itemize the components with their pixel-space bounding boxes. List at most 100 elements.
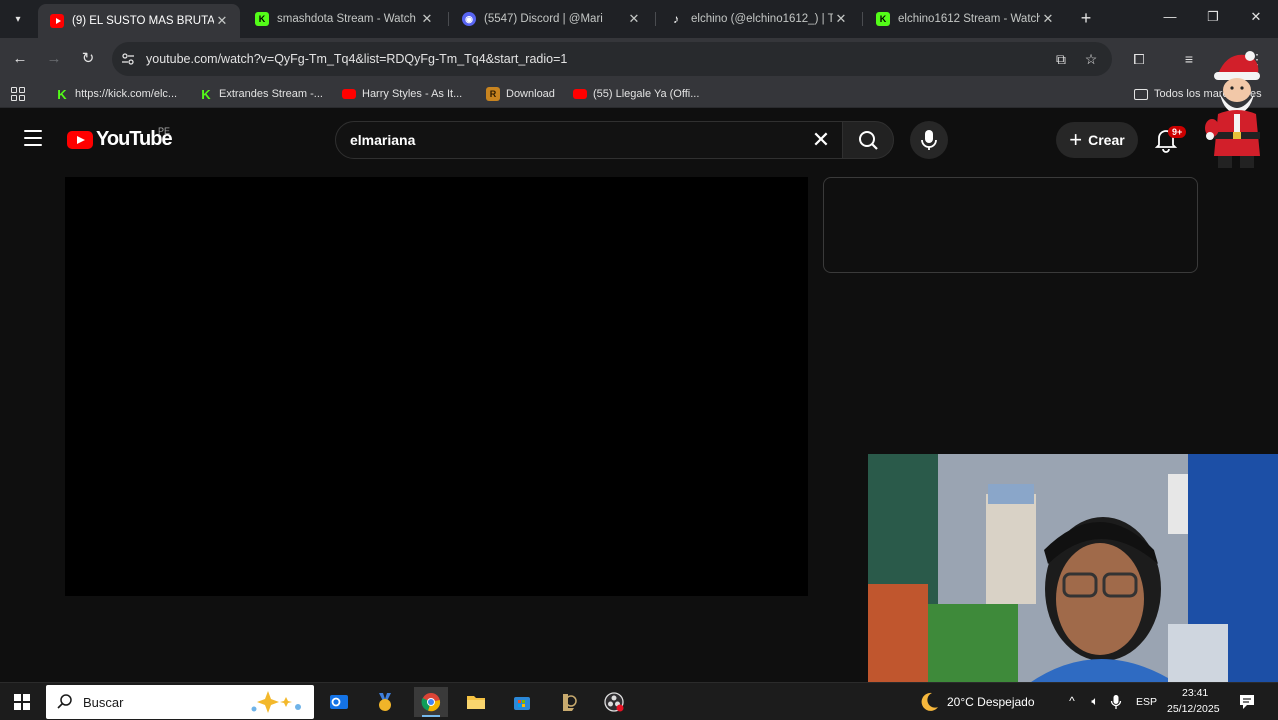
taskbar-search-box[interactable]: Buscar: [46, 685, 314, 719]
clock-time[interactable]: 23:41: [1182, 687, 1208, 699]
clear-search-icon[interactable]: ✕: [808, 127, 834, 153]
playlist-panel-placeholder: [823, 177, 1198, 273]
microphone-icon[interactable]: [1110, 694, 1122, 710]
back-arrow-icon[interactable]: ←: [10, 49, 30, 69]
search-icon: [57, 694, 72, 709]
bookmark-label: https://kick.com/elc...: [75, 88, 178, 100]
youtube-icon: [573, 89, 587, 99]
taskbar-outlook-icon[interactable]: [322, 687, 356, 717]
new-tab-button[interactable]: +: [1076, 8, 1096, 28]
bookmark-label: (55) Llegale Ya (Offi...: [593, 88, 700, 100]
search-highlight-sparkle-icon: [251, 691, 301, 713]
browser-tab-strip: ▾ (9) EL SUSTO MÁS BRUTAL C ✕ K smashdot…: [0, 0, 1278, 38]
youtube-play-icon: [67, 130, 93, 149]
bookmark-label: Harry Styles - As It...: [362, 88, 463, 100]
santa-claus-sticker: [1205, 51, 1260, 168]
tab-title: elchino (@elchino1612_) | Ti: [691, 13, 833, 25]
clock-date[interactable]: 25/12/2025: [1167, 703, 1220, 715]
search-button[interactable]: [842, 121, 894, 159]
bookmark-harry-styles[interactable]: Harry Styles - As It...: [342, 85, 462, 103]
restore-icon[interactable]: ❐: [1203, 9, 1223, 25]
youtube-icon: [50, 14, 64, 28]
bookmark-kick[interactable]: K https://kick.com/elc...: [55, 85, 177, 103]
tab-close-icon[interactable]: ✕: [626, 11, 642, 27]
bookmark-label: Extrandes Stream -...: [219, 88, 323, 100]
apps-grid-icon[interactable]: [11, 87, 25, 101]
create-button[interactable]: + Crear: [1056, 122, 1138, 158]
url-text[interactable]: youtube.com/watch?v=QyFg-Tm_Tq4&list=RDQ…: [146, 52, 567, 66]
plus-icon: +: [1069, 127, 1083, 152]
search-input[interactable]: elmariana: [350, 132, 415, 148]
create-label: Crear: [1088, 132, 1125, 148]
tab-search-button[interactable]: ▾: [6, 7, 30, 31]
notification-center-icon[interactable]: [1238, 693, 1256, 711]
tab-close-icon[interactable]: ✕: [214, 13, 230, 29]
search-box[interactable]: elmariana ✕: [335, 121, 843, 159]
tab-divider: [655, 12, 656, 26]
bookmarks-bar: K https://kick.com/elc... K Extrandes St…: [0, 80, 1278, 108]
bookmark-star-icon[interactable]: ☆: [1083, 51, 1099, 67]
folder-icon: [1134, 88, 1148, 100]
weather-text[interactable]: 20°C Despejado: [947, 695, 1035, 709]
bookmark-llegale-ya[interactable]: (55) Llegale Ya (Offi...: [573, 85, 699, 103]
windows-taskbar: Buscar 20°C Despejado ^ 🔈︎ ESP 23:41 25/…: [0, 682, 1278, 720]
tab-title: elchino1612 Stream - Watch: [898, 13, 1040, 25]
taskbar-obs-icon[interactable]: [597, 687, 631, 717]
site-settings-icon[interactable]: [121, 52, 135, 66]
hamburger-menu-icon[interactable]: [24, 130, 42, 146]
youtube-icon: [342, 89, 356, 99]
tab-title: (9) EL SUSTO MÁS BRUTAL C: [72, 15, 214, 27]
minimize-icon[interactable]: —: [1160, 9, 1180, 24]
kick-icon: K: [57, 86, 67, 102]
search-icon: [859, 131, 878, 150]
taskbar-store-icon[interactable]: [505, 687, 539, 717]
tab-close-icon[interactable]: ✕: [419, 11, 435, 27]
moon-weather-icon[interactable]: [918, 691, 940, 713]
bookmark-download[interactable]: R Download: [486, 85, 555, 103]
taskbar-file-explorer-icon[interactable]: [459, 687, 493, 717]
discord-icon: ◉: [462, 12, 476, 26]
tab-divider: [448, 12, 449, 26]
youtube-logo[interactable]: YouTube: [67, 128, 173, 151]
video-player[interactable]: [65, 177, 808, 596]
tab-tiktok[interactable]: ♪ elchino (@elchino1612_) | Ti ✕: [657, 4, 859, 34]
kick-icon: K: [255, 12, 269, 26]
tab-smashdota[interactable]: K smashdota Stream - Watch L ✕: [243, 4, 445, 34]
taskbar-chrome-icon[interactable]: [414, 687, 448, 717]
webcam-overlay-image: [868, 454, 1278, 684]
taskbar-medal-icon[interactable]: [368, 687, 402, 717]
tab-close-icon[interactable]: ✕: [1040, 11, 1056, 27]
bookmark-extrandes[interactable]: K Extrandes Stream -...: [199, 85, 323, 103]
windows-start-icon[interactable]: [14, 694, 30, 710]
tab-divider: [862, 12, 863, 26]
country-code: PE: [158, 126, 171, 136]
tab-elchino-stream[interactable]: K elchino1612 Stream - Watch ✕: [864, 4, 1066, 34]
tab-close-icon[interactable]: ✕: [833, 11, 849, 27]
voice-search-button[interactable]: [910, 121, 948, 159]
bookmark-label: Download: [506, 88, 555, 100]
show-hidden-icons-chevron-icon[interactable]: ^: [1064, 694, 1080, 708]
tiktok-icon: ♪: [673, 12, 679, 26]
kick-icon: K: [201, 86, 211, 102]
speaker-icon[interactable]: 🔈︎: [1087, 694, 1103, 709]
kick-icon: K: [876, 12, 890, 26]
close-window-icon[interactable]: ✕: [1246, 9, 1266, 25]
reload-icon[interactable]: ↻: [78, 49, 98, 69]
tab-title: smashdota Stream - Watch L: [277, 13, 419, 25]
taskbar-league-icon[interactable]: [551, 687, 585, 717]
notification-badge: 9+: [1168, 126, 1187, 138]
screen: ▾ (9) EL SUSTO MÁS BRUTAL C ✕ K smashdot…: [0, 0, 1278, 720]
forward-arrow-icon[interactable]: →: [44, 49, 64, 69]
extensions-icon[interactable]: ⧠: [1130, 50, 1148, 68]
media-control-icon[interactable]: ≡: [1180, 50, 1198, 68]
tab-discord[interactable]: ◉ (5547) Discord | @Mari ✕: [450, 4, 652, 34]
address-bar[interactable]: youtube.com/watch?v=QyFg-Tm_Tq4&list=RDQ…: [112, 42, 1112, 76]
microphone-icon: [921, 130, 937, 150]
browser-toolbar: ← → ↻ youtube.com/watch?v=QyFg-Tm_Tq4&li…: [0, 38, 1278, 80]
install-app-icon[interactable]: ⧉: [1053, 51, 1069, 67]
language-indicator[interactable]: ESP: [1136, 696, 1157, 708]
tab-title: (5547) Discord | @Mari: [484, 13, 603, 25]
taskbar-search-placeholder: Buscar: [83, 695, 124, 710]
tab-youtube[interactable]: (9) EL SUSTO MÁS BRUTAL C ✕: [38, 4, 240, 38]
r-icon: R: [486, 87, 500, 101]
